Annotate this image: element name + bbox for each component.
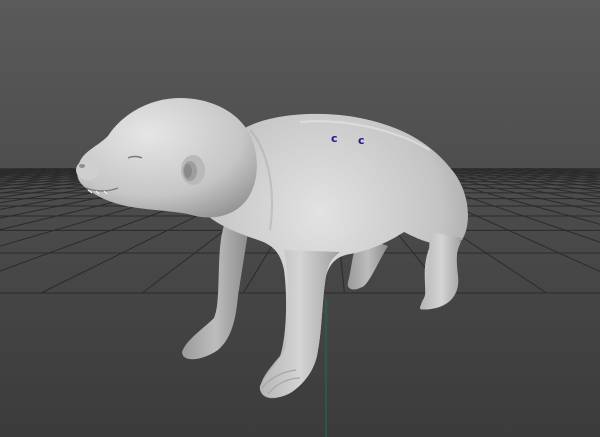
world-axes: [325, 300, 327, 437]
model-head: [76, 98, 257, 218]
pivot-marker[interactable]: c: [358, 134, 365, 147]
pivot-marker[interactable]: c: [331, 132, 338, 145]
scene-canvas: c c: [0, 98, 600, 437]
3d-viewport[interactable]: c c: [0, 0, 600, 437]
